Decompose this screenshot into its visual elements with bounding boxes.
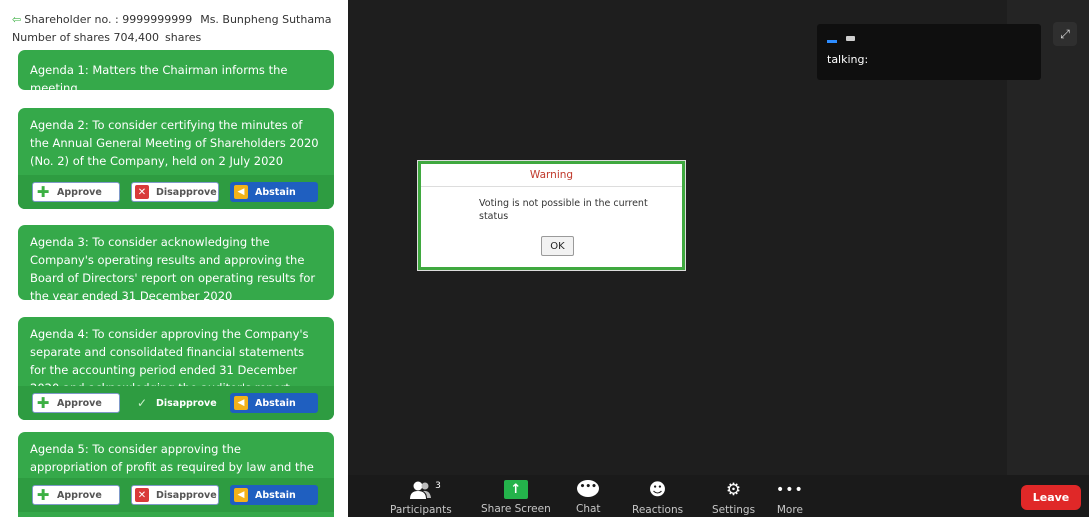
approve-label: Approve xyxy=(57,397,102,409)
meeting-toolbar: 3 Participants ↑ Share Screen ••• Chat ☻… xyxy=(348,475,1089,517)
agenda-2-text: Agenda 2: To consider certifying the min… xyxy=(30,118,319,168)
approve-button[interactable]: ✚ Approve xyxy=(32,393,120,413)
expand-icon[interactable]: ⤢ xyxy=(1053,22,1077,46)
share-count-unit: shares xyxy=(165,31,202,44)
voting-panel: ⇦ Shareholder no. : 9999999999 Ms. Bunphen… xyxy=(0,0,348,517)
check-icon: ✓ xyxy=(136,396,148,410)
minimize-icon[interactable] xyxy=(827,39,837,43)
disapprove-button[interactable]: ✕ Disapprove xyxy=(131,485,219,505)
plus-icon: ✚ xyxy=(36,394,50,412)
ok-button[interactable]: OK xyxy=(541,236,574,256)
disapprove-label: Disapprove xyxy=(156,186,217,198)
abstain-label: Abstain xyxy=(255,489,296,501)
restore-icon[interactable] xyxy=(846,35,855,41)
share-screen-icon: ↑ xyxy=(503,480,528,499)
participants-icon: 3 xyxy=(409,480,441,500)
agenda-card-2: Agenda 2: To consider certifying the min… xyxy=(18,108,334,209)
share-screen-button[interactable]: ↑ Share Screen xyxy=(481,480,551,516)
share-count-label: Number of shares xyxy=(12,31,111,44)
share-count: Number of shares 704,400 shares xyxy=(0,29,348,47)
agenda-card-5: Agenda 5: To consider approving the appr… xyxy=(18,432,334,517)
reactions-label: Reactions xyxy=(632,504,684,516)
abstain-label: Abstain xyxy=(255,186,296,198)
abstain-button[interactable]: ◀ Abstain xyxy=(230,393,318,413)
approve-button[interactable]: ✚ Approve xyxy=(32,485,120,505)
more-dots-icon: ••• xyxy=(776,482,804,498)
back-arrow-icon[interactable]: ⇦ xyxy=(12,13,21,26)
speaker-icon: ◀ xyxy=(234,185,248,199)
disapprove-label: Disapprove xyxy=(156,397,217,409)
approve-label: Approve xyxy=(57,489,102,501)
abstain-button[interactable]: ◀ Abstain xyxy=(230,182,318,202)
agenda-card-4: Agenda 4: To consider approving the Comp… xyxy=(18,317,334,420)
leave-button[interactable]: Leave xyxy=(1021,485,1081,510)
approve-label: Approve xyxy=(57,186,102,198)
chat-label: Chat xyxy=(576,503,601,515)
alert-title: Warning xyxy=(421,164,682,187)
vote-row-5: ✚ Approve ✕ Disapprove ◀ Abstain xyxy=(18,478,334,512)
vote-row-4: ✚ Approve ✓ Disapprove ◀ Abstain xyxy=(18,386,334,420)
agenda-1-text: Agenda 1: Matters the Chairman informs t… xyxy=(30,63,288,90)
abstain-button[interactable]: ◀ Abstain xyxy=(230,485,318,505)
agenda-4-text: Agenda 4: To consider approving the Comp… xyxy=(30,327,309,395)
agenda-card-3: Agenda 3: To consider acknowledging the … xyxy=(18,225,334,300)
disapprove-button[interactable]: ✓ Disapprove xyxy=(131,393,219,413)
abstain-label: Abstain xyxy=(255,397,296,409)
shareholder-name: Ms. Bunpheng Suthama xyxy=(200,13,332,26)
disapprove-button[interactable]: ✕ Disapprove xyxy=(131,182,219,202)
chat-button[interactable]: ••• Chat xyxy=(576,480,601,516)
talking-panel-header xyxy=(817,24,1041,52)
approve-button[interactable]: ✚ Approve xyxy=(32,182,120,202)
share-screen-label: Share Screen xyxy=(481,503,551,515)
agenda-card-1: Agenda 1: Matters the Chairman informs t… xyxy=(18,50,334,90)
alert-message: Voting is not possible in the current st… xyxy=(479,198,648,222)
shareholder-info: ⇦ Shareholder no. : 9999999999 Ms. Bunphen… xyxy=(0,11,348,29)
agenda-3-text: Agenda 3: To consider acknowledging the … xyxy=(30,235,316,300)
x-icon: ✕ xyxy=(135,185,149,199)
vote-row-2: ✚ Approve ✕ Disapprove ◀ Abstain xyxy=(18,175,334,209)
participants-button[interactable]: 3 Participants xyxy=(390,480,452,516)
disapprove-label: Disapprove xyxy=(156,489,217,501)
plus-icon: ✚ xyxy=(36,183,50,201)
talking-label: talking: xyxy=(827,53,869,66)
reactions-button[interactable]: ☻ Reactions xyxy=(632,480,683,516)
alert-dialog: Warning Voting is not possible in the cu… xyxy=(418,161,685,270)
shareholder-number-label: Shareholder no. : xyxy=(24,13,119,26)
gear-icon: ⚙ xyxy=(725,480,742,500)
x-icon: ✕ xyxy=(135,488,149,502)
more-button[interactable]: ••• More xyxy=(776,480,804,516)
speaker-icon: ◀ xyxy=(234,396,248,410)
shareholder-number: 9999999999 xyxy=(122,13,193,26)
participants-count: 3 xyxy=(435,481,441,491)
participants-label: Participants xyxy=(390,504,452,516)
speaker-icon: ◀ xyxy=(234,488,248,502)
chat-icon: ••• xyxy=(577,480,600,499)
plus-icon: ✚ xyxy=(36,486,50,504)
more-label: More xyxy=(776,504,803,516)
smiley-icon: ☻ xyxy=(648,480,667,500)
share-count-value: 704,400 xyxy=(113,31,160,44)
talking-indicator-panel[interactable]: talking: xyxy=(817,24,1041,80)
settings-label: Settings xyxy=(712,504,756,516)
settings-button[interactable]: ⚙ Settings xyxy=(712,480,755,516)
